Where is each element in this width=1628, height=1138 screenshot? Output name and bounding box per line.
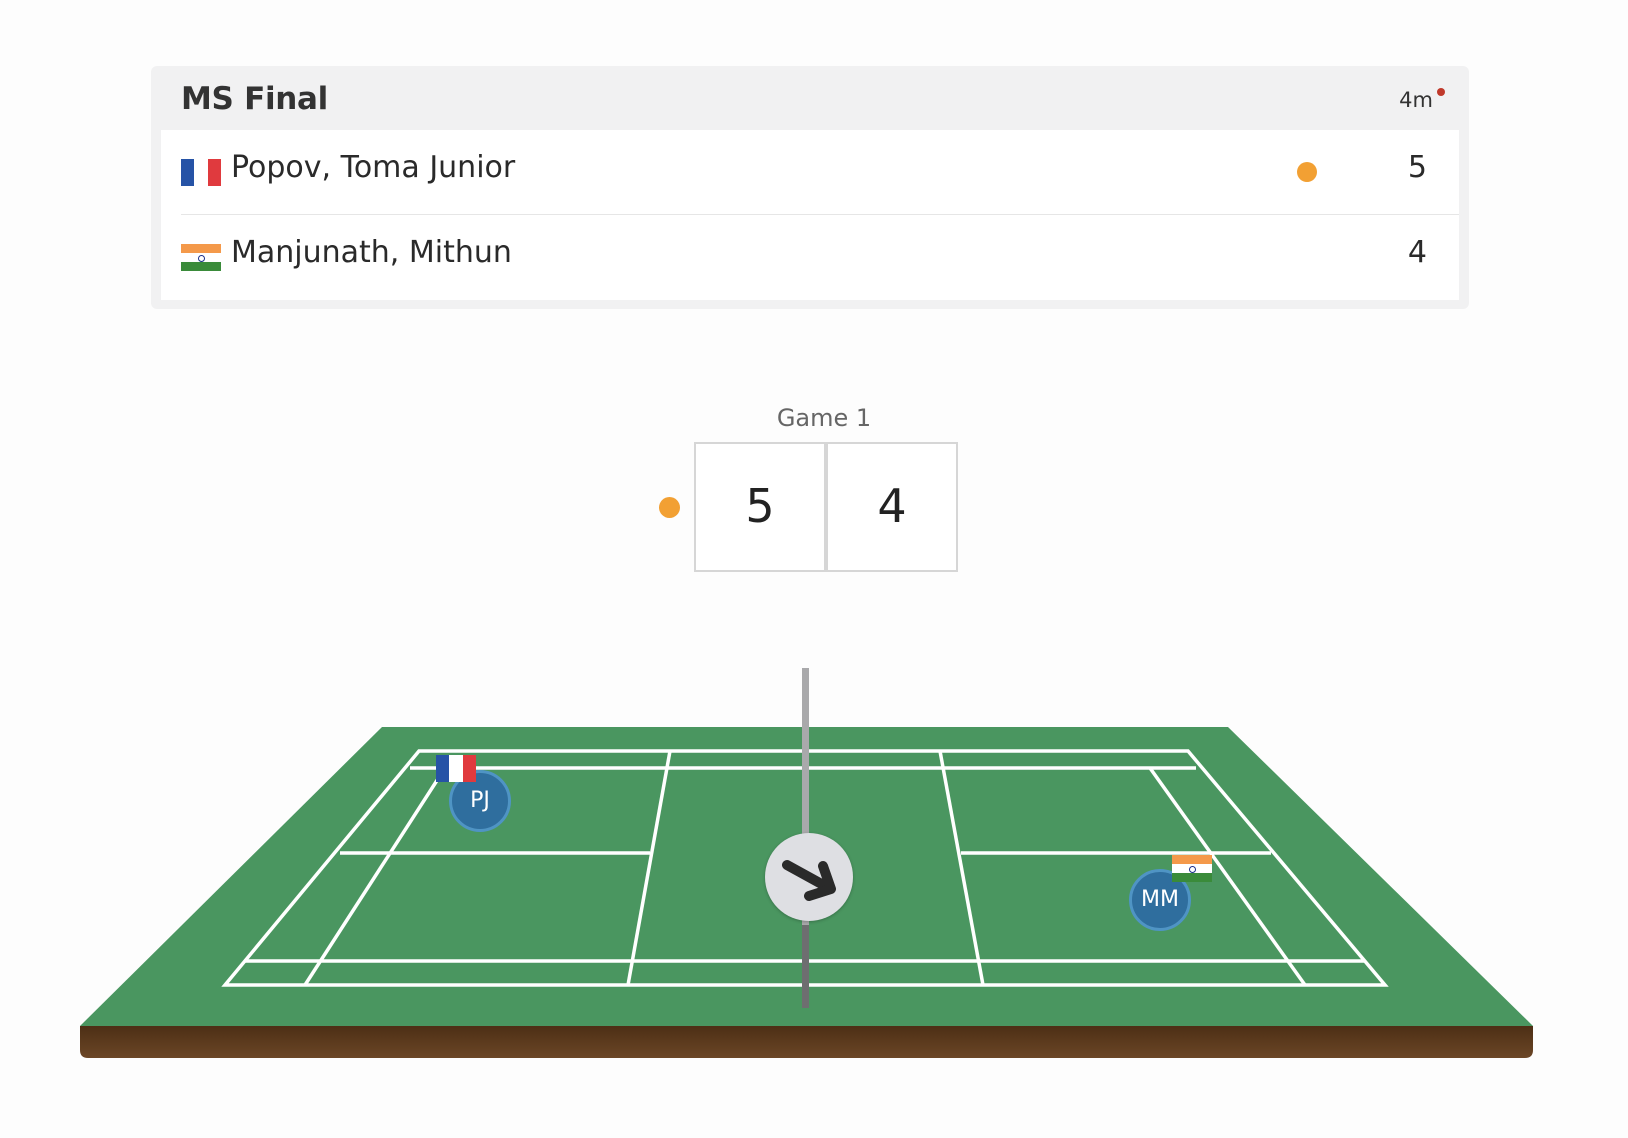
net-post-shadow (802, 925, 809, 1008)
flag-france-icon (436, 755, 476, 782)
badminton-court (80, 668, 1533, 1058)
arrow-down-right-icon (782, 860, 836, 901)
court-base (80, 1026, 1533, 1058)
direction-button[interactable] (765, 833, 853, 921)
match-centre: MS Final 4m Popov, Toma Junior 5 Manjuna… (0, 0, 1628, 1138)
flag-india-icon (1172, 855, 1212, 882)
